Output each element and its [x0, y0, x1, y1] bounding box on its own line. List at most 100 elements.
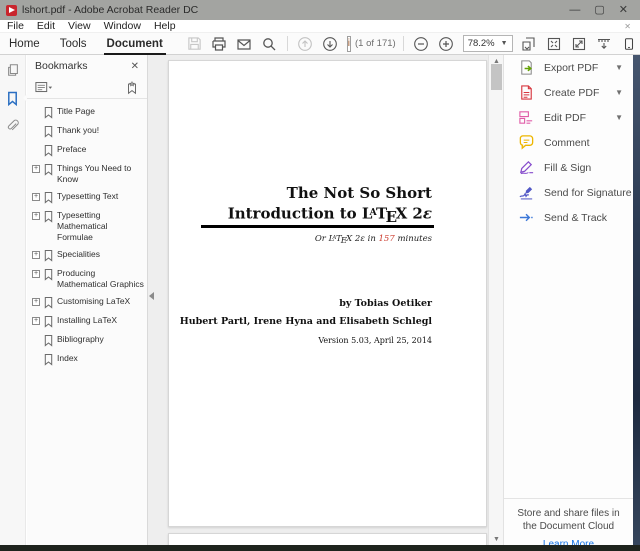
- tab-tools[interactable]: Tools: [59, 35, 88, 53]
- chevron-down-icon[interactable]: ▼: [615, 88, 623, 97]
- zoom-in-icon[interactable]: [438, 35, 455, 52]
- collapse-panel-arrow-icon[interactable]: [149, 292, 154, 300]
- tool-label: Comment: [544, 137, 623, 149]
- bookmark-item[interactable]: +Bibliography: [27, 331, 147, 350]
- search-icon[interactable]: [261, 35, 278, 52]
- mobile-device-icon[interactable]: [621, 35, 638, 52]
- menu-file[interactable]: File: [7, 20, 24, 32]
- send-signature-icon: [518, 184, 535, 201]
- expand-plus-icon[interactable]: +: [32, 212, 40, 220]
- expand-plus-icon[interactable]: +: [32, 298, 40, 306]
- comment-icon: [518, 134, 535, 151]
- menu-edit[interactable]: Edit: [37, 20, 55, 32]
- bookmark-item[interactable]: +Thank you!: [27, 122, 147, 141]
- bookmark-icon: [43, 268, 54, 281]
- expand-plus-icon[interactable]: +: [32, 270, 40, 278]
- hide-toolbar-icon[interactable]: [596, 35, 613, 52]
- tool-export-pdf[interactable]: Export PDF ▼: [504, 55, 633, 80]
- tool-label: Send & Track: [544, 212, 623, 224]
- document-pane[interactable]: The Not So Short Introduction to LATEX 2…: [148, 55, 488, 545]
- scroll-down-icon[interactable]: ▼: [489, 533, 504, 545]
- pdf-page-2: [168, 533, 487, 545]
- acrobat-window: lshort.pdf - Adobe Acrobat Reader DC — ▢…: [0, 0, 640, 551]
- bookmark-icon: [43, 334, 54, 347]
- close-bookmarks-icon[interactable]: ✕: [131, 61, 139, 72]
- menu-window[interactable]: Window: [104, 20, 141, 32]
- bookmark-icon: [43, 106, 54, 119]
- document-scrollbar[interactable]: ▲ ▼: [488, 55, 503, 545]
- bookmark-label: Customising LaTeX: [57, 296, 130, 307]
- main-toolbar: Home Tools Document i (1 of 171): [0, 33, 640, 55]
- zoom-level-dropdown[interactable]: 78.2% ▼: [463, 35, 513, 52]
- document-authors: by Tobias Oetiker Hubert Partl, Irene Hy…: [180, 298, 432, 345]
- document-title-line2: Introduction to LATEX 2ε: [228, 203, 432, 227]
- tab-home[interactable]: Home: [8, 35, 41, 53]
- zoom-out-icon[interactable]: [413, 35, 430, 52]
- page-number-input[interactable]: i: [347, 36, 351, 52]
- close-button[interactable]: ✕: [619, 5, 628, 16]
- create-pdf-icon: [518, 84, 535, 101]
- chevron-down-icon[interactable]: ▼: [615, 113, 623, 122]
- bookmark-item[interactable]: +Preface: [27, 141, 147, 160]
- bookmark-item[interactable]: +Typesetting Text: [27, 188, 147, 207]
- tab-document[interactable]: Document: [106, 35, 164, 53]
- maximize-button[interactable]: ▢: [594, 5, 604, 16]
- bookmark-icon: [43, 353, 54, 366]
- tool-label: Export PDF: [544, 62, 615, 74]
- bookmark-label: Index: [57, 353, 78, 364]
- bookmark-item[interactable]: +Installing LaTeX: [27, 312, 147, 331]
- chevron-down-icon[interactable]: ▼: [615, 63, 623, 72]
- navigation-rail: [0, 55, 26, 545]
- menu-help[interactable]: Help: [154, 20, 176, 32]
- version-line: Version 5.03, April 25, 2014: [180, 336, 432, 345]
- bookmark-icon: [43, 191, 54, 204]
- tool-send-track[interactable]: Send & Track: [504, 205, 633, 230]
- promo-message: Store and share files in the Document Cl…: [504, 507, 633, 533]
- page-thumbnails-icon[interactable]: [4, 61, 22, 79]
- fullscreen-icon[interactable]: [571, 35, 588, 52]
- attachments-icon[interactable]: [4, 117, 22, 135]
- bookmark-options-icon[interactable]: [35, 81, 53, 94]
- bookmark-item[interactable]: + Customising LaTeX: [27, 293, 147, 312]
- bookmark-icon: [43, 315, 54, 328]
- bookmark-label: Producing Mathematical Graphics: [57, 268, 145, 290]
- tool-fill-sign[interactable]: Fill & Sign: [504, 155, 633, 180]
- bookmarks-list: +Title Page+Thank you!+Preface+Things Yo…: [27, 99, 147, 369]
- bookmark-item[interactable]: +Specialities: [27, 246, 147, 265]
- expand-plus-icon[interactable]: +: [32, 251, 40, 259]
- bookmark-item[interactable]: +Title Page: [27, 103, 147, 122]
- minimize-button[interactable]: —: [569, 5, 580, 16]
- menu-bar: File Edit View Window Help ✕: [0, 20, 640, 33]
- menubar-close-icon[interactable]: ✕: [624, 22, 631, 31]
- expand-plus-icon[interactable]: +: [32, 317, 40, 325]
- new-bookmark-icon[interactable]: [125, 81, 139, 95]
- tool-label: Edit PDF: [544, 112, 615, 124]
- bookmark-item[interactable]: +Index: [27, 350, 147, 369]
- expand-plus-icon[interactable]: +: [32, 193, 40, 201]
- scrollbar-thumb[interactable]: [491, 64, 502, 90]
- content-area: Bookmarks ✕ +Title Page+Thank you!+Prefa…: [0, 55, 640, 545]
- tool-edit-pdf[interactable]: Edit PDF ▼: [504, 105, 633, 130]
- next-page-icon[interactable]: [322, 35, 339, 52]
- bookmarks-panel-icon[interactable]: [4, 89, 22, 107]
- tool-comment[interactable]: Comment: [504, 130, 633, 155]
- bookmark-item[interactable]: + Producing Mathematical Graphics: [27, 265, 147, 293]
- bookmark-label: Preface: [57, 144, 86, 155]
- expand-plus-icon[interactable]: +: [32, 165, 40, 173]
- tool-label: Fill & Sign: [544, 162, 623, 174]
- tool-create-pdf[interactable]: Create PDF ▼: [504, 80, 633, 105]
- menu-view[interactable]: View: [68, 20, 91, 32]
- fit-page-icon[interactable]: [546, 35, 563, 52]
- export-pdf-icon: [518, 59, 535, 76]
- tool-send-for-signature[interactable]: Send for Signature: [504, 180, 633, 205]
- save-icon[interactable]: [186, 35, 203, 52]
- bookmark-item[interactable]: +Things You Need to Know: [27, 160, 147, 188]
- single-page-view-icon[interactable]: [521, 35, 538, 52]
- send-track-icon: [518, 209, 535, 226]
- previous-page-icon[interactable]: [297, 35, 314, 52]
- window-title: lshort.pdf - Adobe Acrobat Reader DC: [22, 4, 569, 16]
- print-icon[interactable]: [211, 35, 228, 52]
- email-icon[interactable]: [236, 35, 253, 52]
- toolbar-separator: [403, 36, 404, 51]
- bookmark-item[interactable]: +Typesetting Mathematical Formulae: [27, 207, 147, 246]
